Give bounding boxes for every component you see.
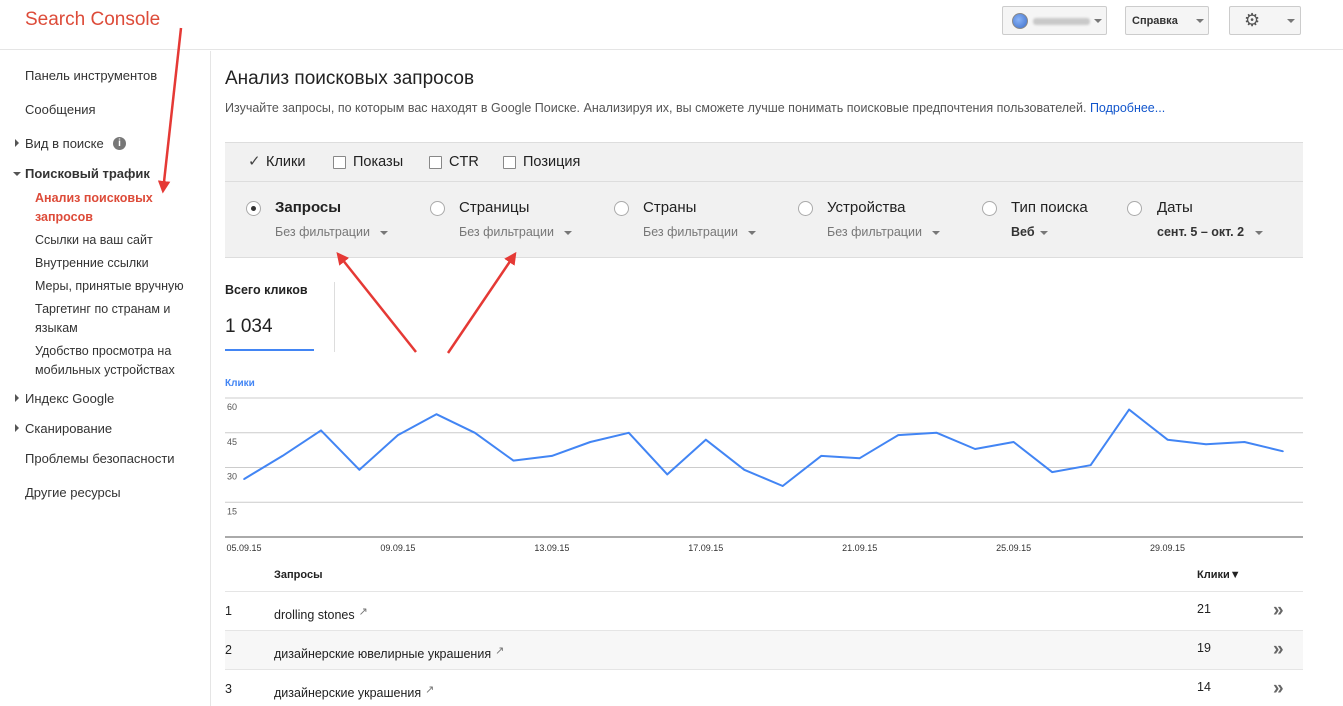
data-point — [820, 455, 823, 457]
external-link-icon[interactable]: ↗ — [425, 683, 434, 696]
x-tick-label: 13.09.15 — [534, 543, 569, 553]
data-point — [589, 441, 592, 443]
x-tick-label: 21.09.15 — [842, 543, 877, 553]
x-tick-label: 25.09.15 — [996, 543, 1031, 553]
double-chevron-right-icon[interactable]: » — [1273, 678, 1284, 700]
external-link-icon[interactable]: ↗ — [495, 644, 504, 657]
table-header: Запросы Клики▼ — [225, 559, 1303, 592]
data-point — [281, 455, 284, 457]
query-cell: дизайнерские ювелирные украшения ↗ — [274, 644, 505, 661]
data-point — [512, 459, 515, 462]
row-number: 2 — [225, 643, 232, 657]
table-row[interactable]: 2 дизайнерские ювелирные украшения ↗ 19 » — [225, 631, 1303, 670]
row-number: 1 — [225, 604, 232, 618]
data-point — [1012, 441, 1015, 443]
data-point — [628, 431, 630, 434]
table-row[interactable]: 1 drolling stones ↗ 21 » — [225, 592, 1303, 631]
y-tick-label: 45 — [227, 437, 237, 447]
row-number: 3 — [225, 682, 232, 696]
data-point — [1051, 471, 1053, 473]
data-point — [1243, 441, 1246, 443]
clicks-cell: 19 — [1197, 641, 1211, 655]
data-point — [743, 469, 746, 471]
x-tick-label: 09.09.15 — [380, 543, 415, 553]
data-point — [1128, 408, 1130, 411]
data-point — [1205, 443, 1207, 446]
data-point — [551, 455, 553, 457]
table-row[interactable]: 3 дизайнерские украшения ↗ 14 » — [225, 670, 1303, 706]
data-point — [781, 485, 784, 487]
data-point — [1166, 438, 1169, 441]
data-point — [935, 431, 938, 434]
series-label: Клики — [225, 378, 255, 389]
x-tick-label: 17.09.15 — [688, 543, 723, 553]
double-chevron-right-icon[interactable]: » — [1273, 600, 1284, 622]
data-point — [474, 431, 476, 434]
data-point — [897, 434, 899, 436]
query-cell: дизайнерские украшения ↗ — [274, 683, 435, 700]
data-point — [358, 469, 361, 471]
data-point — [435, 413, 438, 416]
double-chevron-right-icon[interactable]: » — [1273, 639, 1284, 661]
data-point — [666, 473, 669, 476]
data-point — [704, 438, 707, 441]
column-header-clicks[interactable]: Клики▼ — [1197, 569, 1241, 581]
data-point — [974, 448, 976, 450]
y-tick-label: 15 — [227, 506, 237, 516]
data-point — [1282, 450, 1284, 453]
y-tick-label: 30 — [227, 472, 237, 482]
y-tick-label: 60 — [227, 402, 237, 412]
x-tick-label: 29.09.15 — [1150, 543, 1185, 553]
clicks-cell: 14 — [1197, 680, 1211, 694]
external-link-icon[interactable]: ↗ — [359, 605, 368, 618]
data-point — [320, 429, 322, 432]
x-tick-label: 05.09.15 — [226, 543, 261, 553]
data-point — [397, 434, 399, 436]
data-point — [858, 457, 861, 460]
clicks-cell: 21 — [1197, 602, 1211, 616]
column-header-queries[interactable]: Запросы — [274, 569, 322, 581]
series-line-clicks — [243, 408, 1284, 487]
data-point — [1089, 464, 1092, 466]
query-cell: drolling stones ↗ — [274, 605, 368, 622]
data-point — [243, 478, 245, 480]
